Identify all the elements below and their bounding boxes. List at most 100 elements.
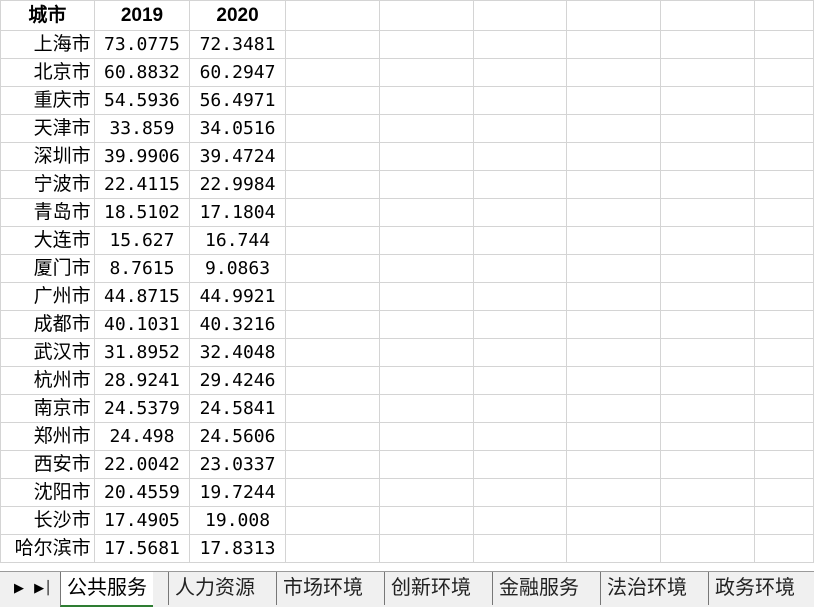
empty-cell[interactable] xyxy=(566,254,662,283)
empty-cell[interactable] xyxy=(472,506,568,535)
empty-cell[interactable] xyxy=(472,366,568,395)
empty-cell[interactable] xyxy=(754,366,814,395)
city-cell[interactable]: 西安市 xyxy=(0,450,95,479)
value-2019-cell[interactable]: 24.498 xyxy=(93,422,191,451)
empty-cell[interactable] xyxy=(284,142,380,171)
value-2019-cell[interactable]: 33.859 xyxy=(93,114,191,143)
sheet-tab[interactable]: 法治环境 xyxy=(600,572,693,605)
value-2020-cell[interactable]: 23.0337 xyxy=(189,450,286,479)
city-cell[interactable]: 广州市 xyxy=(0,282,95,311)
empty-cell[interactable] xyxy=(378,450,474,479)
empty-cell[interactable] xyxy=(472,450,568,479)
empty-cell[interactable] xyxy=(284,506,380,535)
empty-cell[interactable] xyxy=(754,282,814,311)
empty-cell[interactable] xyxy=(660,478,756,507)
empty-cell[interactable] xyxy=(566,366,662,395)
empty-cell[interactable] xyxy=(566,450,662,479)
empty-cell[interactable] xyxy=(754,450,814,479)
value-2020-cell[interactable]: 19.7244 xyxy=(189,478,286,507)
empty-cell[interactable] xyxy=(472,478,568,507)
city-cell[interactable]: 厦门市 xyxy=(0,254,95,283)
empty-cell[interactable] xyxy=(284,478,380,507)
empty-cell[interactable] xyxy=(472,0,568,31)
empty-cell[interactable] xyxy=(660,58,756,87)
empty-cell[interactable] xyxy=(378,282,474,311)
empty-cell[interactable] xyxy=(378,338,474,367)
empty-cell[interactable] xyxy=(378,170,474,199)
spreadsheet-grid[interactable]: 城市 2019 2020 上海市 73.0775 72.3481 北京市 60.8832… xyxy=(0,0,814,571)
empty-cell[interactable] xyxy=(566,58,662,87)
empty-cell[interactable] xyxy=(472,534,568,563)
empty-cell[interactable] xyxy=(660,170,756,199)
empty-cell[interactable] xyxy=(284,450,380,479)
sheet-tab[interactable]: 政务环境 xyxy=(708,572,801,605)
empty-cell[interactable] xyxy=(378,86,474,115)
empty-cell[interactable] xyxy=(284,366,380,395)
empty-cell[interactable] xyxy=(660,534,756,563)
value-2019-cell[interactable]: 22.0042 xyxy=(93,450,191,479)
empty-cell[interactable] xyxy=(566,30,662,59)
sheet-tab[interactable]: 创新环境 xyxy=(384,572,477,605)
empty-cell[interactable] xyxy=(284,394,380,423)
empty-cell[interactable] xyxy=(284,86,380,115)
empty-cell[interactable] xyxy=(472,310,568,339)
empty-cell[interactable] xyxy=(660,422,756,451)
empty-cell[interactable] xyxy=(754,170,814,199)
value-2020-cell[interactable]: 17.8313 xyxy=(189,534,286,563)
value-2019-cell[interactable]: 73.0775 xyxy=(93,30,191,59)
empty-cell[interactable] xyxy=(754,478,814,507)
empty-cell[interactable] xyxy=(472,142,568,171)
empty-cell[interactable] xyxy=(754,0,814,31)
value-2019-cell[interactable]: 8.7615 xyxy=(93,254,191,283)
header-2020[interactable]: 2020 xyxy=(189,0,286,31)
sheet-tab[interactable]: 公共服务 xyxy=(60,572,153,607)
value-2020-cell[interactable]: 24.5606 xyxy=(189,422,286,451)
empty-cell[interactable] xyxy=(378,58,474,87)
empty-cell[interactable] xyxy=(566,0,662,31)
empty-cell[interactable] xyxy=(378,422,474,451)
value-2019-cell[interactable]: 31.8952 xyxy=(93,338,191,367)
value-2019-cell[interactable]: 24.5379 xyxy=(93,394,191,423)
empty-cell[interactable] xyxy=(566,198,662,227)
empty-cell[interactable] xyxy=(378,142,474,171)
city-cell[interactable]: 郑州市 xyxy=(0,422,95,451)
empty-cell[interactable] xyxy=(660,226,756,255)
empty-cell[interactable] xyxy=(754,226,814,255)
sheet-tab[interactable]: 市场环境 xyxy=(276,572,369,605)
city-cell[interactable]: 哈尔滨市 xyxy=(0,534,95,563)
city-cell[interactable]: 成都市 xyxy=(0,310,95,339)
city-cell[interactable]: 北京市 xyxy=(0,58,95,87)
triangle-right-bar-icon[interactable]: ▶│ xyxy=(34,580,52,598)
empty-cell[interactable] xyxy=(566,506,662,535)
empty-cell[interactable] xyxy=(378,534,474,563)
value-2020-cell[interactable]: 24.5841 xyxy=(189,394,286,423)
empty-cell[interactable] xyxy=(284,0,380,31)
empty-cell[interactable] xyxy=(754,394,814,423)
empty-cell[interactable] xyxy=(754,534,814,563)
empty-cell[interactable] xyxy=(566,86,662,115)
empty-cell[interactable] xyxy=(284,58,380,87)
city-cell[interactable]: 武汉市 xyxy=(0,338,95,367)
value-2020-cell[interactable]: 9.0863 xyxy=(189,254,286,283)
empty-cell[interactable] xyxy=(378,366,474,395)
empty-cell[interactable] xyxy=(566,114,662,143)
value-2019-cell[interactable]: 44.8715 xyxy=(93,282,191,311)
value-2020-cell[interactable]: 34.0516 xyxy=(189,114,286,143)
triangle-right-icon[interactable]: ▶ xyxy=(10,580,28,598)
sheet-tab[interactable]: 人力资源 xyxy=(168,572,261,605)
city-cell[interactable]: 宁波市 xyxy=(0,170,95,199)
empty-cell[interactable] xyxy=(566,534,662,563)
empty-cell[interactable] xyxy=(472,282,568,311)
empty-cell[interactable] xyxy=(378,394,474,423)
value-2020-cell[interactable]: 19.008 xyxy=(189,506,286,535)
value-2020-cell[interactable]: 16.744 xyxy=(189,226,286,255)
empty-cell[interactable] xyxy=(754,506,814,535)
empty-cell[interactable] xyxy=(754,198,814,227)
header-city[interactable]: 城市 xyxy=(0,0,95,31)
value-2019-cell[interactable]: 17.5681 xyxy=(93,534,191,563)
value-2019-cell[interactable]: 60.8832 xyxy=(93,58,191,87)
empty-cell[interactable] xyxy=(472,58,568,87)
empty-cell[interactable] xyxy=(472,254,568,283)
city-cell[interactable]: 上海市 xyxy=(0,30,95,59)
empty-cell[interactable] xyxy=(284,338,380,367)
